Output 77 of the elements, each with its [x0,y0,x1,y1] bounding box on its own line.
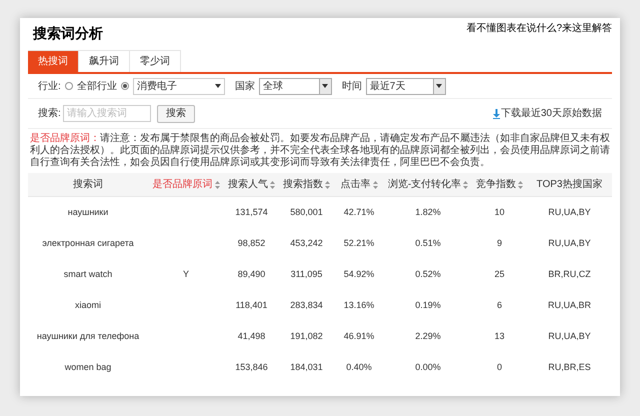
table-cell-text: xiaomi [74,298,101,312]
country-label: 国家 [234,80,255,94]
tab[interactable]: 零少词 [130,50,181,72]
table-cell-text: 0.00% [415,360,441,374]
tab[interactable]: 热搜词 [28,50,79,72]
time-select[interactable]: 最近7天 [366,78,446,94]
table-cell-text: Y [182,268,189,281]
column-header[interactable]: 竞争指数 [472,173,527,196]
notice-text: 是否品牌原词：请注意：发布属于禁限售的商品会被处罚。如要发布品牌产品，请确定发布产品不屬违法（如非自家品牌但又未有权利人的合法授权）。此页面的品牌原词提示仅供参考，并不完全代表全球各地现有的品牌原词都全被列出，会员使用品牌原词之前请自行查询有关合法性，如会员因自行使用品牌原词或其变形词而导致有关法律责任，阿里巴巴不会负责。 [29,133,611,169]
table-cell-text: RU,UA,BY [548,236,591,250]
table-cell-text: 184,031 [290,360,323,374]
table-cell-text: 0 [496,360,502,374]
table-cell-text: 13.16% [344,298,374,312]
download-link[interactable]: 下载最近30天原始数据 [500,106,602,121]
search-field[interactable]: 请输入搜索词 [62,105,151,122]
table-cell-text: 0.51% [415,236,441,250]
help-link[interactable]: 看不懂图表在说什么?来这里解答 [466,21,612,36]
radio-button[interactable] [64,82,73,90]
time-label: 时间 [342,80,362,94]
table-cell-text: 131,574 [235,206,268,219]
table-cell-text: women bag [64,360,112,374]
table-cell-text: 41,498 [238,330,266,343]
table-cell-text: 52.21% [344,236,374,250]
table-cell-text: RU,UA,BR [548,298,591,312]
table-cell-text: 46.91% [344,330,374,343]
table-cell-text: 10 [494,206,504,219]
sort-icon [463,180,468,188]
table-cell-text: 283,834 [290,298,323,312]
search-label: 搜索: [38,106,61,121]
table-cell-text: наушники [68,206,108,219]
table-cell-text: 6 [496,298,502,312]
table-cell-text: 98,852 [238,236,266,250]
table-cell-text: 89,490 [238,268,266,281]
column-header[interactable]: 点击率 [334,173,384,196]
sort-icon [518,180,523,188]
column-header[interactable]: 搜索指数 [279,173,334,196]
column-header[interactable]: 浏览-支付转化率 [384,173,472,196]
industry-label: 行业: [38,80,61,94]
page-title: 搜索词分析 [33,24,103,43]
table-cell-text: smart watch [64,268,112,281]
table-cell-text: 0.19% [415,298,441,312]
table-cell-text: 311,095 [290,268,322,281]
column-header: TOP3热搜国家 [536,178,604,192]
table-cell-text: 153,846 [235,360,268,374]
sort-icon [325,180,330,188]
table-cell-text: BR,RU,CZ [548,268,591,281]
search-button[interactable]: 搜索 [156,104,195,122]
tab[interactable]: 飙升词 [79,50,130,72]
sort-icon [270,180,275,188]
radio-label: 全部行业 [76,80,117,94]
sort-icon [372,180,378,188]
table-cell-text: 1.82% [415,206,441,219]
table-cell-text: 0.52% [415,268,441,281]
table-cell-text: 25 [494,268,504,281]
table-cell-text: 118,401 [236,298,268,312]
table-cell-text: 453,242 [290,236,323,250]
table-cell-text: RU,BR,ES [548,360,591,374]
table-cell-text: 191,082 [290,330,323,343]
table-cell-text: 9 [496,236,502,250]
table-cell-text: электронная сигарета [42,236,134,250]
table-cell-text: 0.40% [346,360,372,374]
table-cell-text: RU,UA,BY [548,330,591,343]
column-header: 搜索词 [72,178,104,192]
table-cell-text: RU,UA,BY [548,206,591,219]
country-select[interactable]: 全球 [258,78,332,94]
table-cell-text: 580,001 [290,206,323,219]
table-cell-text: 13 [494,330,504,343]
table-cell-text: наушники для телефона [36,330,140,343]
industry-select[interactable]: 消费电子 [132,78,225,94]
table-cell-text: 42.71% [344,206,374,219]
table-cell-text: 54.92% [344,268,374,281]
radio-button[interactable] [120,82,129,90]
download-icon [492,108,500,118]
table-cell-text: 2.29% [415,330,441,343]
sort-icon [214,180,220,188]
column-header[interactable]: 搜索人气 [224,173,279,196]
column-header[interactable]: 是否品牌原词 [148,173,224,196]
